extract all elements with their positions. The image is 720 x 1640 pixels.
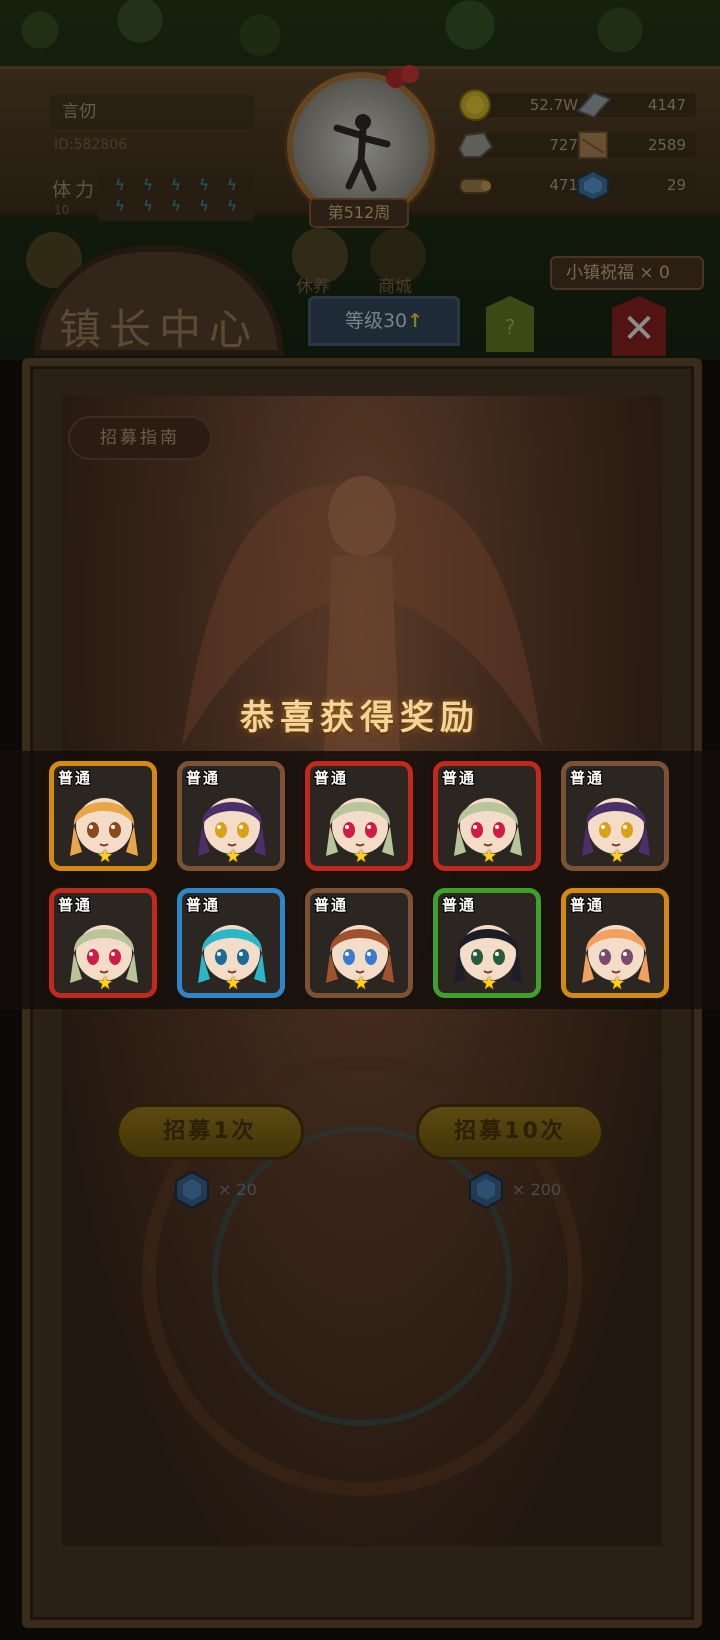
hero-card[interactable]: 普通 ★	[49, 761, 157, 871]
star-icon: ★	[609, 846, 626, 867]
rarity-tag: 普通	[314, 896, 349, 914]
silhouette-icon	[333, 114, 391, 192]
rarity-tag: 普通	[570, 769, 605, 787]
star-icon: ★	[481, 973, 498, 994]
hero-card[interactable]: 普通 ★	[561, 761, 669, 871]
star-icon: ★	[225, 846, 242, 867]
recruit-ten-cost: × 200	[466, 1170, 586, 1210]
gold-coin-icon	[459, 89, 491, 121]
hero-card[interactable]: 普通 ★	[433, 761, 541, 871]
player-id: ID:582806	[54, 137, 128, 153]
hero-card[interactable]: 普通 ★	[561, 888, 669, 998]
recruit-ten-button[interactable]: 招募10次	[416, 1104, 604, 1160]
blue-gem-icon	[577, 169, 609, 201]
shop-label[interactable]: 商城	[378, 272, 412, 297]
steel-bar-icon	[576, 91, 612, 119]
player-info[interactable]: 言仞 ID:582806 体力 10 ϟ ϟ ϟ ϟ ϟ ϟ ϟ ϟ ϟ ϟ	[42, 89, 262, 221]
rarity-tag: 普通	[186, 896, 221, 914]
hero-card[interactable]: 普通 ★	[305, 761, 413, 871]
rarity-tag: 普通	[442, 896, 477, 914]
star-icon: ★	[353, 846, 370, 867]
recruit-once-button[interactable]: 招募1次	[116, 1104, 304, 1160]
lightning-icon: ϟ	[199, 197, 209, 215]
wood-log-icon	[459, 178, 491, 194]
stamina-bolts: ϟ ϟ ϟ ϟ ϟ ϟ ϟ ϟ ϟ ϟ	[98, 171, 254, 221]
rarity-tag: 普通	[58, 769, 93, 787]
blue-gem-icon	[469, 1170, 503, 1210]
lightning-icon: ϟ	[115, 197, 125, 215]
blue-gem-icon	[175, 1170, 209, 1210]
rose-icon	[386, 65, 419, 88]
level-tab[interactable]: 等级30↑	[308, 296, 460, 346]
help-button[interactable]: ?	[486, 296, 534, 352]
resource-value: 52.7W	[478, 93, 588, 117]
rarity-tag: 普通	[442, 769, 477, 787]
lightning-icon: ϟ	[171, 176, 181, 194]
rarity-tag: 普通	[186, 769, 221, 787]
hero-card[interactable]: 普通 ★	[177, 761, 285, 871]
rest-label[interactable]: 休养	[296, 272, 330, 297]
cost-value: × 20	[218, 1180, 257, 1199]
rarity-tag: 普通	[314, 769, 349, 787]
lightning-icon: ϟ	[115, 176, 125, 194]
star-icon: ★	[481, 846, 498, 867]
resource-value: 727	[478, 133, 588, 157]
cloth-icon	[578, 131, 608, 159]
cost-value: × 200	[512, 1180, 562, 1199]
hero-card[interactable]: 普通 ★	[305, 888, 413, 998]
star-icon: ★	[353, 973, 370, 994]
lightning-icon: ϟ	[143, 176, 153, 194]
close-icon[interactable]: ✕	[612, 296, 666, 356]
stamina-label: 体力	[52, 179, 99, 201]
resource-value: 471	[478, 173, 588, 197]
player-name: 言仞	[50, 95, 254, 129]
rarity-tag: 普通	[570, 896, 605, 914]
hero-card[interactable]: 普通 ★	[177, 888, 285, 998]
panel-title: 镇长中心	[58, 305, 259, 354]
star-icon: ★	[225, 973, 242, 994]
star-icon: ★	[97, 846, 114, 867]
town-blessing[interactable]: 小镇祝福 × 0	[550, 256, 704, 290]
lightning-icon: ϟ	[143, 197, 153, 215]
lightning-icon: ϟ	[171, 197, 181, 215]
hero-card[interactable]: 普通 ★	[49, 888, 157, 998]
rarity-tag: 普通	[58, 896, 93, 914]
stamina-value: 10	[54, 203, 70, 217]
lightning-icon: ϟ	[199, 176, 209, 194]
lightning-icon: ϟ	[227, 197, 237, 215]
recruit-guide-button[interactable]: 招募指南	[68, 416, 212, 460]
hero-card[interactable]: 普通 ★	[433, 888, 541, 998]
star-icon: ★	[97, 973, 114, 994]
lightning-icon: ϟ	[227, 176, 237, 194]
week-counter: 第512周	[309, 198, 409, 228]
star-icon: ★	[609, 973, 626, 994]
recruit-once-cost: × 20	[172, 1170, 272, 1210]
reward-title: 恭喜获得奖励	[240, 698, 480, 738]
arrow-up-icon: ↑	[407, 310, 424, 332]
level-label: 等级30	[344, 310, 408, 332]
stone-ore-icon	[457, 131, 494, 158]
